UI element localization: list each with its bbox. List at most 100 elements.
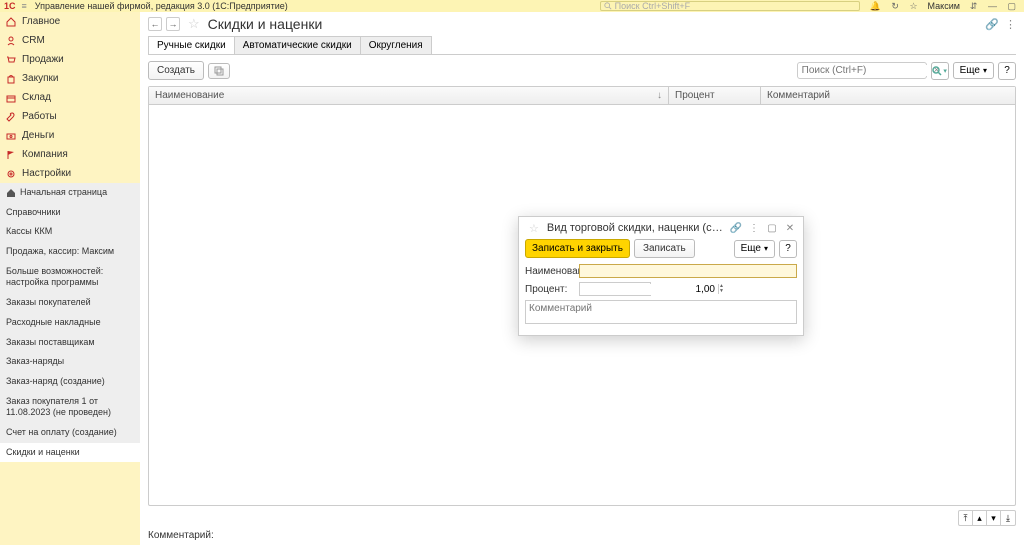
forward-button[interactable]: → [166,17,180,31]
dialog-title: Вид торговой скидки, наценки (созд… [547,222,725,234]
pager-up[interactable]: ▴ [973,511,987,525]
save-and-close-button[interactable]: Записать и закрыть [525,239,630,258]
dialog-link-icon[interactable]: 🔗 [729,221,743,235]
sidebar-sub-item[interactable]: Заказ-наряд (создание) [0,372,140,392]
sidebar-sub-item[interactable]: Заказы покупателей [0,293,140,313]
sidebar-sub-item[interactable]: Справочники [0,203,140,223]
gear-icon [6,169,16,179]
sidebar-sub-item[interactable]: Начальная страница [0,183,140,203]
sidebar-item-label: CRM [22,35,45,46]
grid-search-input[interactable]: × [797,62,927,79]
sidebar-sub-item[interactable]: Скидки и наценки [0,443,140,463]
more-button[interactable]: Еще▾ [953,62,994,79]
star-icon[interactable]: ☆ [909,1,917,11]
column-comment[interactable]: Комментарий [761,87,1015,104]
sidebar: Главное CRM Продажи Закупки Склад Работы Деньг… [0,12,140,545]
tab-0[interactable]: Ручные скидки [148,36,235,55]
advanced-search-button[interactable]: ▾ [931,62,949,80]
tab-2[interactable]: Округления [360,36,432,55]
app-logo: 1С [4,1,16,11]
sidebar-sub-item[interactable]: Расходные накладные [0,313,140,333]
sidebar-item-gear[interactable]: Настройки [0,164,140,183]
sidebar-sub-label: Больше возможностей: настройка программы [6,266,103,288]
sidebar-sub-label: Расходные накладные [6,317,101,327]
sidebar-item-label: Склад [22,92,51,103]
hamburger-icon[interactable]: ≡ [22,1,27,11]
sidebar-item-label: Закупки [22,73,58,84]
copy-button[interactable] [208,63,230,79]
sidebar-item-cart[interactable]: Продажи [0,50,140,69]
dialog-more-button[interactable]: Еще▾ [734,240,775,258]
dialog-close-icon[interactable]: ✕ [783,221,797,235]
stepper-down[interactable]: ▼ [719,289,724,294]
sidebar-sub-item[interactable]: Кассы ККМ [0,222,140,242]
flag-icon [6,150,16,160]
sidebar-item-crm[interactable]: CRM [0,31,140,50]
comment-textarea[interactable] [525,300,797,324]
kebab-icon[interactable]: ⋮ [1005,18,1016,31]
column-name[interactable]: Наименование↓ [149,87,669,104]
minimize-icon[interactable]: — [988,1,997,11]
sidebar-item-flag[interactable]: Компания [0,145,140,164]
column-percent[interactable]: Процент [669,87,761,104]
page-title: Скидки и наценки [208,16,323,32]
save-button[interactable]: Записать [634,239,695,258]
pager-first[interactable]: ⤒ [959,511,973,525]
history-icon[interactable]: ↻ [891,1,899,11]
main-area: ← → ☆ Скидки и наценки 🔗 ⋮ Ручные скидки… [140,12,1024,545]
crm-icon [6,36,16,46]
sidebar-item-label: Настройки [22,168,71,179]
sidebar-sub-item[interactable]: Счет на оплату (создание) [0,423,140,443]
sidebar-sub-label: Заказ покупателя 1 от 11.08.2023 (не про… [6,396,111,418]
maximize-icon[interactable]: ▢ [1007,1,1016,11]
pager-down[interactable]: ▾ [987,511,1001,525]
sidebar-sub-item[interactable]: Заказ-наряды [0,352,140,372]
help-button[interactable]: ? [998,62,1016,80]
money-icon [6,131,16,141]
sidebar-sub-label: Справочники [6,207,61,217]
sidebar-item-home[interactable]: Главное [0,12,140,31]
percent-label: Процент: [525,284,579,295]
pager-last[interactable]: ⤓ [1001,511,1015,525]
favorite-star-icon[interactable]: ☆ [188,16,200,32]
box-icon [6,93,16,103]
percent-input[interactable]: ▲▼ [579,282,651,296]
search-icon [604,2,612,10]
link-icon[interactable]: 🔗 [985,18,999,31]
app-bar: 1С ≡ Управление нашей фирмой, редакция 3… [0,0,1024,12]
sidebar-item-label: Деньги [22,130,54,141]
user-name[interactable]: Максим [928,1,960,11]
sidebar-sub-item[interactable]: Больше возможностей: настройка программы [0,262,140,293]
sidebar-sub-label: Заказы покупателей [6,297,91,307]
sidebar-item-money[interactable]: Деньги [0,126,140,145]
sidebar-sub-item[interactable]: Заказ покупателя 1 от 11.08.2023 (не про… [0,392,140,423]
tab-1[interactable]: Автоматические скидки [234,36,361,55]
create-button[interactable]: Создать [148,61,204,80]
bag-icon [6,74,16,84]
sidebar-item-wrench[interactable]: Работы [0,107,140,126]
dialog-maximize-icon[interactable]: ▢ [765,221,779,235]
sidebar-sub-item[interactable]: Заказы поставщикам [0,333,140,353]
sidebar-item-label: Продажи [22,54,64,65]
name-input[interactable] [579,264,797,278]
name-label: Наименование: [525,266,579,277]
sidebar-sub-label: Заказы поставщикам [6,337,95,347]
sidebar-sub-label: Заказ-наряды [6,356,64,366]
back-button[interactable]: ← [148,17,162,31]
sidebar-sub-label: Начальная страница [20,187,107,199]
sidebar-sub-label: Счет на оплату (создание) [6,427,117,437]
sidebar-sub-label: Продажа, кассир: Максим [6,246,114,256]
dialog-help-button[interactable]: ? [779,240,797,258]
sidebar-item-box[interactable]: Склад [0,88,140,107]
dialog-kebab-icon[interactable]: ⋮ [747,221,761,235]
wrench-icon [6,112,16,122]
dialog-star-icon[interactable]: ☆ [529,222,539,235]
sidebar-sub-item[interactable]: Продажа, кассир: Максим [0,242,140,262]
sidebar-item-label: Компания [22,149,68,160]
bell-icon[interactable]: 🔔 [870,1,881,11]
global-search-input[interactable]: Поиск Ctrl+Shift+F [600,1,860,11]
home-icon [6,17,16,27]
filter-icon[interactable]: ⇵ [970,1,978,11]
app-title: Управление нашей фирмой, редакция 3.0 (1… [35,1,600,11]
sidebar-item-bag[interactable]: Закупки [0,69,140,88]
